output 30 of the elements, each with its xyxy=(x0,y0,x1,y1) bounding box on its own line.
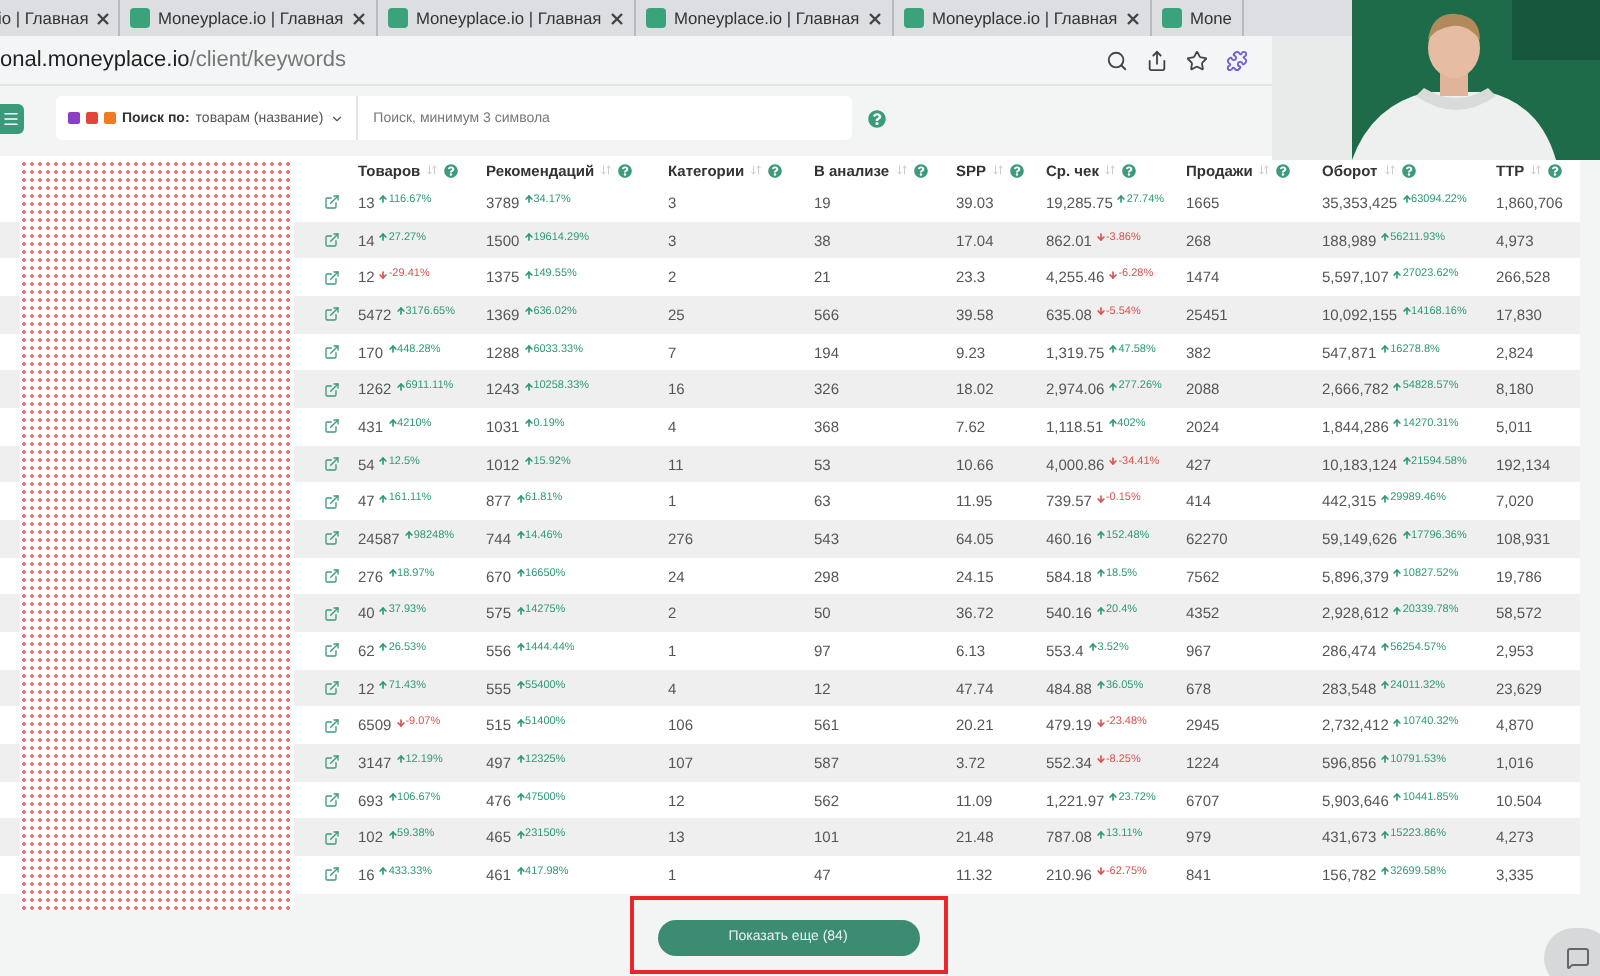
help-icon[interactable] xyxy=(913,163,928,177)
menu-icon xyxy=(1,109,19,127)
help-icon[interactable] xyxy=(1122,163,1137,177)
close-icon[interactable] xyxy=(352,11,366,25)
tab-title[interactable]: Moneyplace.io | Главная xyxy=(158,8,344,28)
chat-icon xyxy=(1566,946,1590,970)
close-icon[interactable] xyxy=(96,11,111,25)
help-icon[interactable] xyxy=(1010,163,1025,177)
help-icon[interactable] xyxy=(1401,163,1416,177)
help-icon[interactable] xyxy=(868,109,886,127)
site-favicon xyxy=(904,8,924,28)
caret-icon xyxy=(329,111,344,125)
help-icon[interactable] xyxy=(444,163,459,177)
close-icon[interactable] xyxy=(610,11,624,25)
close-icon[interactable] xyxy=(1126,11,1140,25)
help-icon[interactable] xyxy=(618,163,633,177)
close-icon[interactable] xyxy=(868,11,882,25)
tab-title[interactable]: Mone xyxy=(1190,8,1232,28)
site-favicon xyxy=(646,8,666,28)
tab-title[interactable]: Moneyplace.io | Главная xyxy=(932,8,1118,28)
site-favicon xyxy=(388,8,408,28)
menu-button[interactable] xyxy=(0,103,24,133)
tab-title[interactable]: Moneyplace.io | Главная xyxy=(416,8,602,28)
tab-title[interactable]: Moneyplace.io | Главная xyxy=(674,8,860,28)
help-icon[interactable] xyxy=(1276,163,1291,177)
site-favicon xyxy=(1162,8,1182,28)
help-icon[interactable] xyxy=(768,163,783,177)
help-icon[interactable] xyxy=(1548,163,1563,177)
address-bar[interactable]: onal.moneyplace.io/client/keywords xyxy=(0,48,347,72)
site-favicon xyxy=(130,8,150,28)
